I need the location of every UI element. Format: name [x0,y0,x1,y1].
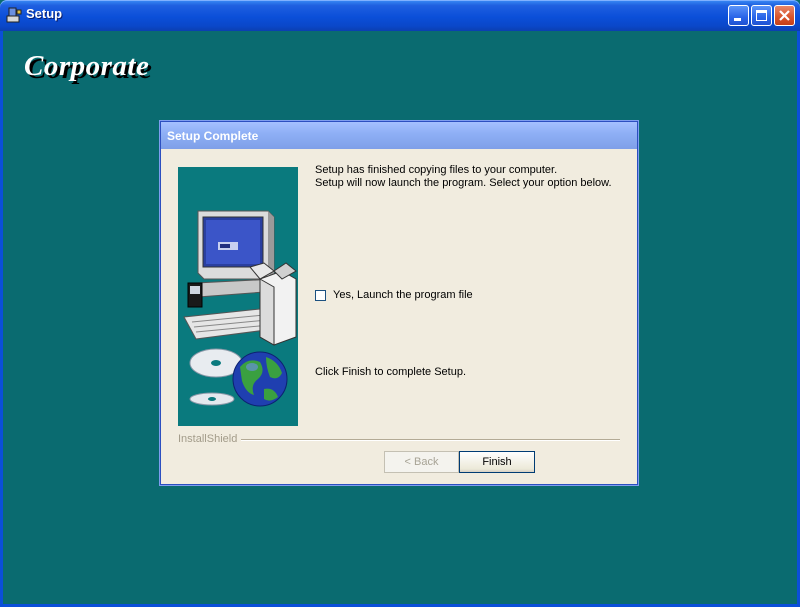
back-button[interactable]: < Back [384,451,459,473]
message-line-2: Setup will now launch the program. Selec… [315,177,612,189]
finish-button[interactable]: Finish [459,451,535,473]
finish-instruction: Click Finish to complete Setup. [315,366,467,378]
installshield-label: InstallShield [178,433,242,445]
brand-title: Corporate [24,50,150,82]
setup-app-icon [6,7,22,23]
maximize-icon [756,10,767,21]
maximize-button[interactable] [751,5,772,26]
minimize-button[interactable] [728,5,749,26]
close-button[interactable] [774,5,795,26]
window-title: Setup [26,6,63,21]
divider [238,439,620,441]
computer-globe-illustration [183,210,297,407]
title-bar[interactable]: Setup [0,0,800,31]
setup-window: Setup Corporate Setup Complete Setup has… [0,0,800,607]
dialog-title: Setup Complete [167,129,259,143]
launch-program-checkbox[interactable] [315,290,326,301]
dialog-body: Setup has finished copying files to your… [161,149,637,484]
dialog-title-bar[interactable]: Setup Complete [161,122,637,149]
close-icon [779,10,790,21]
launch-program-label[interactable]: Yes, Launch the program file [333,289,473,301]
minimize-icon [734,18,741,21]
setup-complete-dialog: Setup Complete Setup has finished copyin… [160,121,638,485]
message-line-1: Setup has finished copying files to your… [315,164,558,176]
setup-illustration [178,167,298,426]
